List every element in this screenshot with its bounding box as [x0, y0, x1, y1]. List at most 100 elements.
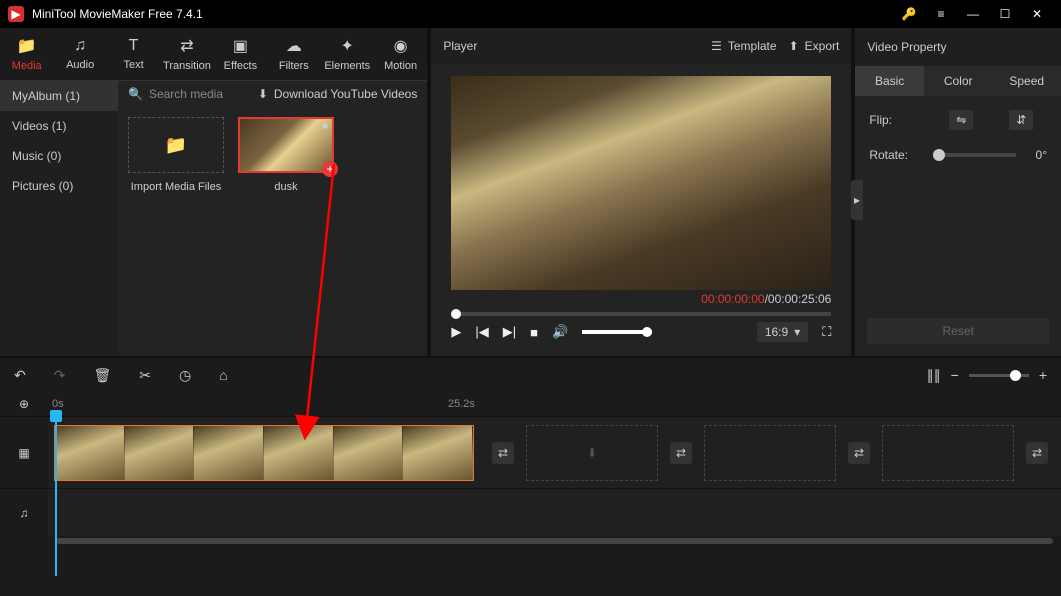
volume-slider[interactable] [582, 330, 652, 334]
time-total: 00:00:25:06 [768, 292, 831, 306]
download-slot-icon: ⬇ [587, 446, 597, 460]
nav-music[interactable]: Music (0) [0, 141, 118, 171]
video-track-body[interactable]: ⇄ ⬇ ⇄ ⇄ ⇄ [48, 417, 1061, 488]
import-box[interactable]: 📁 [128, 117, 224, 173]
video-track-icon: ▦ [18, 446, 29, 460]
panel-collapse-handle[interactable]: ▸ [851, 180, 863, 220]
transition-slot-1[interactable]: ⇄ [492, 442, 514, 464]
tab-filters[interactable]: ☁Filters [267, 28, 320, 80]
transition-slot-4[interactable]: ⇄ [1026, 442, 1048, 464]
aspect-ratio-select[interactable]: 16:9▾ [757, 322, 808, 342]
volume-handle[interactable] [642, 327, 652, 337]
clip-thumbnail[interactable]: ■ + [238, 117, 334, 173]
player-body: 00:00:00:00 / 00:00:25:06 ▶ |◀ ▶| ■ 🔊 16… [431, 64, 851, 356]
tab-effects[interactable]: ▣Effects [214, 28, 267, 80]
split-button[interactable]: ✂ [139, 367, 151, 384]
library-main: 🔍Search media ⬇Download YouTube Videos 📁… [118, 81, 427, 356]
minimize-button[interactable]: — [957, 0, 989, 28]
search-icon: 🔍 [128, 87, 143, 101]
media-clip-dusk[interactable]: ■ + dusk [238, 117, 334, 193]
import-media-tile[interactable]: 📁 Import Media Files [128, 117, 224, 193]
tab-transition[interactable]: ⇄Transition [160, 28, 213, 80]
time-current: 00:00:00:00 [701, 292, 764, 306]
menu-icon[interactable]: ≡ [925, 0, 957, 28]
audio-track-body[interactable] [48, 489, 1061, 536]
playhead[interactable] [55, 416, 57, 576]
add-track-button[interactable]: ⊕ [0, 397, 48, 411]
zoom-out-button[interactable]: − [951, 367, 959, 383]
zoom-in-button[interactable]: + [1039, 367, 1047, 383]
seek-bar[interactable] [451, 312, 831, 316]
tab-basic[interactable]: Basic [855, 66, 924, 96]
folder-icon: 📁 [165, 135, 187, 156]
player-controls: ▶ |◀ ▶| ■ 🔊 16:9▾ ⛶ [451, 316, 831, 348]
video-preview[interactable] [451, 76, 831, 290]
license-key-icon[interactable]: 🔑 [893, 0, 925, 28]
folder-icon: 📁 [17, 36, 37, 56]
video-track: ▦ ⇄ ⬇ ⇄ ⇄ ⇄ [0, 416, 1061, 488]
crop-button[interactable]: ⌂ [219, 367, 227, 383]
scrollbar-thumb[interactable] [56, 538, 1053, 544]
reset-button[interactable]: Reset [867, 318, 1049, 344]
tab-text[interactable]: TText [107, 28, 160, 80]
rotate-value: 0° [1036, 148, 1047, 162]
video-track-header[interactable]: ▦ [0, 417, 48, 488]
flip-vertical-button[interactable]: ⇵ [1009, 110, 1033, 130]
empty-slot-3[interactable] [882, 425, 1014, 481]
flip-horizontal-button[interactable]: ⇋ [949, 110, 973, 130]
add-to-timeline-icon[interactable]: + [322, 161, 338, 177]
time-display: 00:00:00:00 / 00:00:25:06 [451, 292, 831, 306]
app-title: MiniTool MovieMaker Free 7.4.1 [32, 7, 893, 21]
next-frame-button[interactable]: ▶| [503, 324, 516, 340]
elements-icon: ✦ [341, 36, 354, 56]
timeline-clip-dusk[interactable] [54, 425, 474, 481]
delete-button[interactable]: 🗑 [93, 367, 111, 384]
transition-slot-2[interactable]: ⇄ [670, 442, 692, 464]
fullscreen-button[interactable]: ⛶ [822, 324, 831, 340]
export-button[interactable]: ⬆Export [789, 39, 840, 53]
audio-waveform-icon[interactable]: ∥∥ [927, 367, 941, 384]
transition-slot-3[interactable]: ⇄ [848, 442, 870, 464]
left-column: 📁Media ♫Audio TText ⇄Transition ▣Effects… [0, 28, 427, 356]
tab-media[interactable]: 📁Media [0, 28, 53, 80]
audio-track: ♫ [0, 488, 1061, 536]
download-youtube-button[interactable]: ⬇Download YouTube Videos [258, 87, 418, 101]
undo-button[interactable]: ↶ [14, 367, 26, 384]
rotate-slider[interactable] [933, 153, 1015, 157]
volume-icon[interactable]: 🔊 [552, 324, 568, 340]
property-header: Video Property [855, 28, 1061, 66]
motion-icon: ◉ [394, 36, 408, 56]
tab-audio[interactable]: ♫Audio [53, 28, 106, 80]
library-topbar: 🔍Search media ⬇Download YouTube Videos [118, 81, 427, 107]
zoom-handle[interactable] [1010, 370, 1021, 381]
empty-slot-1[interactable]: ⬇ [526, 425, 658, 481]
music-note-icon: ♫ [74, 37, 86, 55]
search-media[interactable]: 🔍Search media [128, 87, 250, 101]
empty-slot-2[interactable] [704, 425, 836, 481]
tab-motion[interactable]: ◉Motion [374, 28, 427, 80]
play-button[interactable]: ▶ [451, 324, 461, 340]
tab-color[interactable]: Color [924, 66, 993, 96]
stop-button[interactable]: ■ [530, 325, 538, 340]
speed-button[interactable]: ◷ [179, 367, 191, 384]
prev-frame-button[interactable]: |◀ [475, 324, 488, 340]
nav-videos[interactable]: Videos (1) [0, 111, 118, 141]
library-nav: MyAlbum (1) Videos (1) Music (0) Picture… [0, 81, 118, 356]
nav-myalbum[interactable]: MyAlbum (1) [0, 81, 118, 111]
close-button[interactable]: ✕ [1021, 0, 1053, 28]
app-logo-icon: ▶ [8, 6, 24, 22]
timeline-ruler[interactable]: ⊕ 0s 25.2s [0, 392, 1061, 416]
main-area: 📁Media ♫Audio TText ⇄Transition ▣Effects… [0, 28, 1061, 356]
template-button[interactable]: ☰Template [711, 39, 776, 53]
redo-button[interactable]: ↷ [54, 367, 66, 384]
timeline-scrollbar[interactable] [0, 536, 1061, 546]
nav-pictures[interactable]: Pictures (0) [0, 171, 118, 201]
chevron-down-icon: ▾ [794, 325, 800, 339]
tab-speed[interactable]: Speed [992, 66, 1061, 96]
maximize-button[interactable]: ☐ [989, 0, 1021, 28]
tab-elements[interactable]: ✦Elements [321, 28, 374, 80]
rotate-handle[interactable] [933, 149, 945, 161]
audio-track-header[interactable]: ♫ [0, 489, 48, 536]
zoom-slider[interactable] [969, 374, 1029, 377]
player-panel: Player ☰Template ⬆Export 00:00:00:00 / 0… [427, 28, 855, 356]
